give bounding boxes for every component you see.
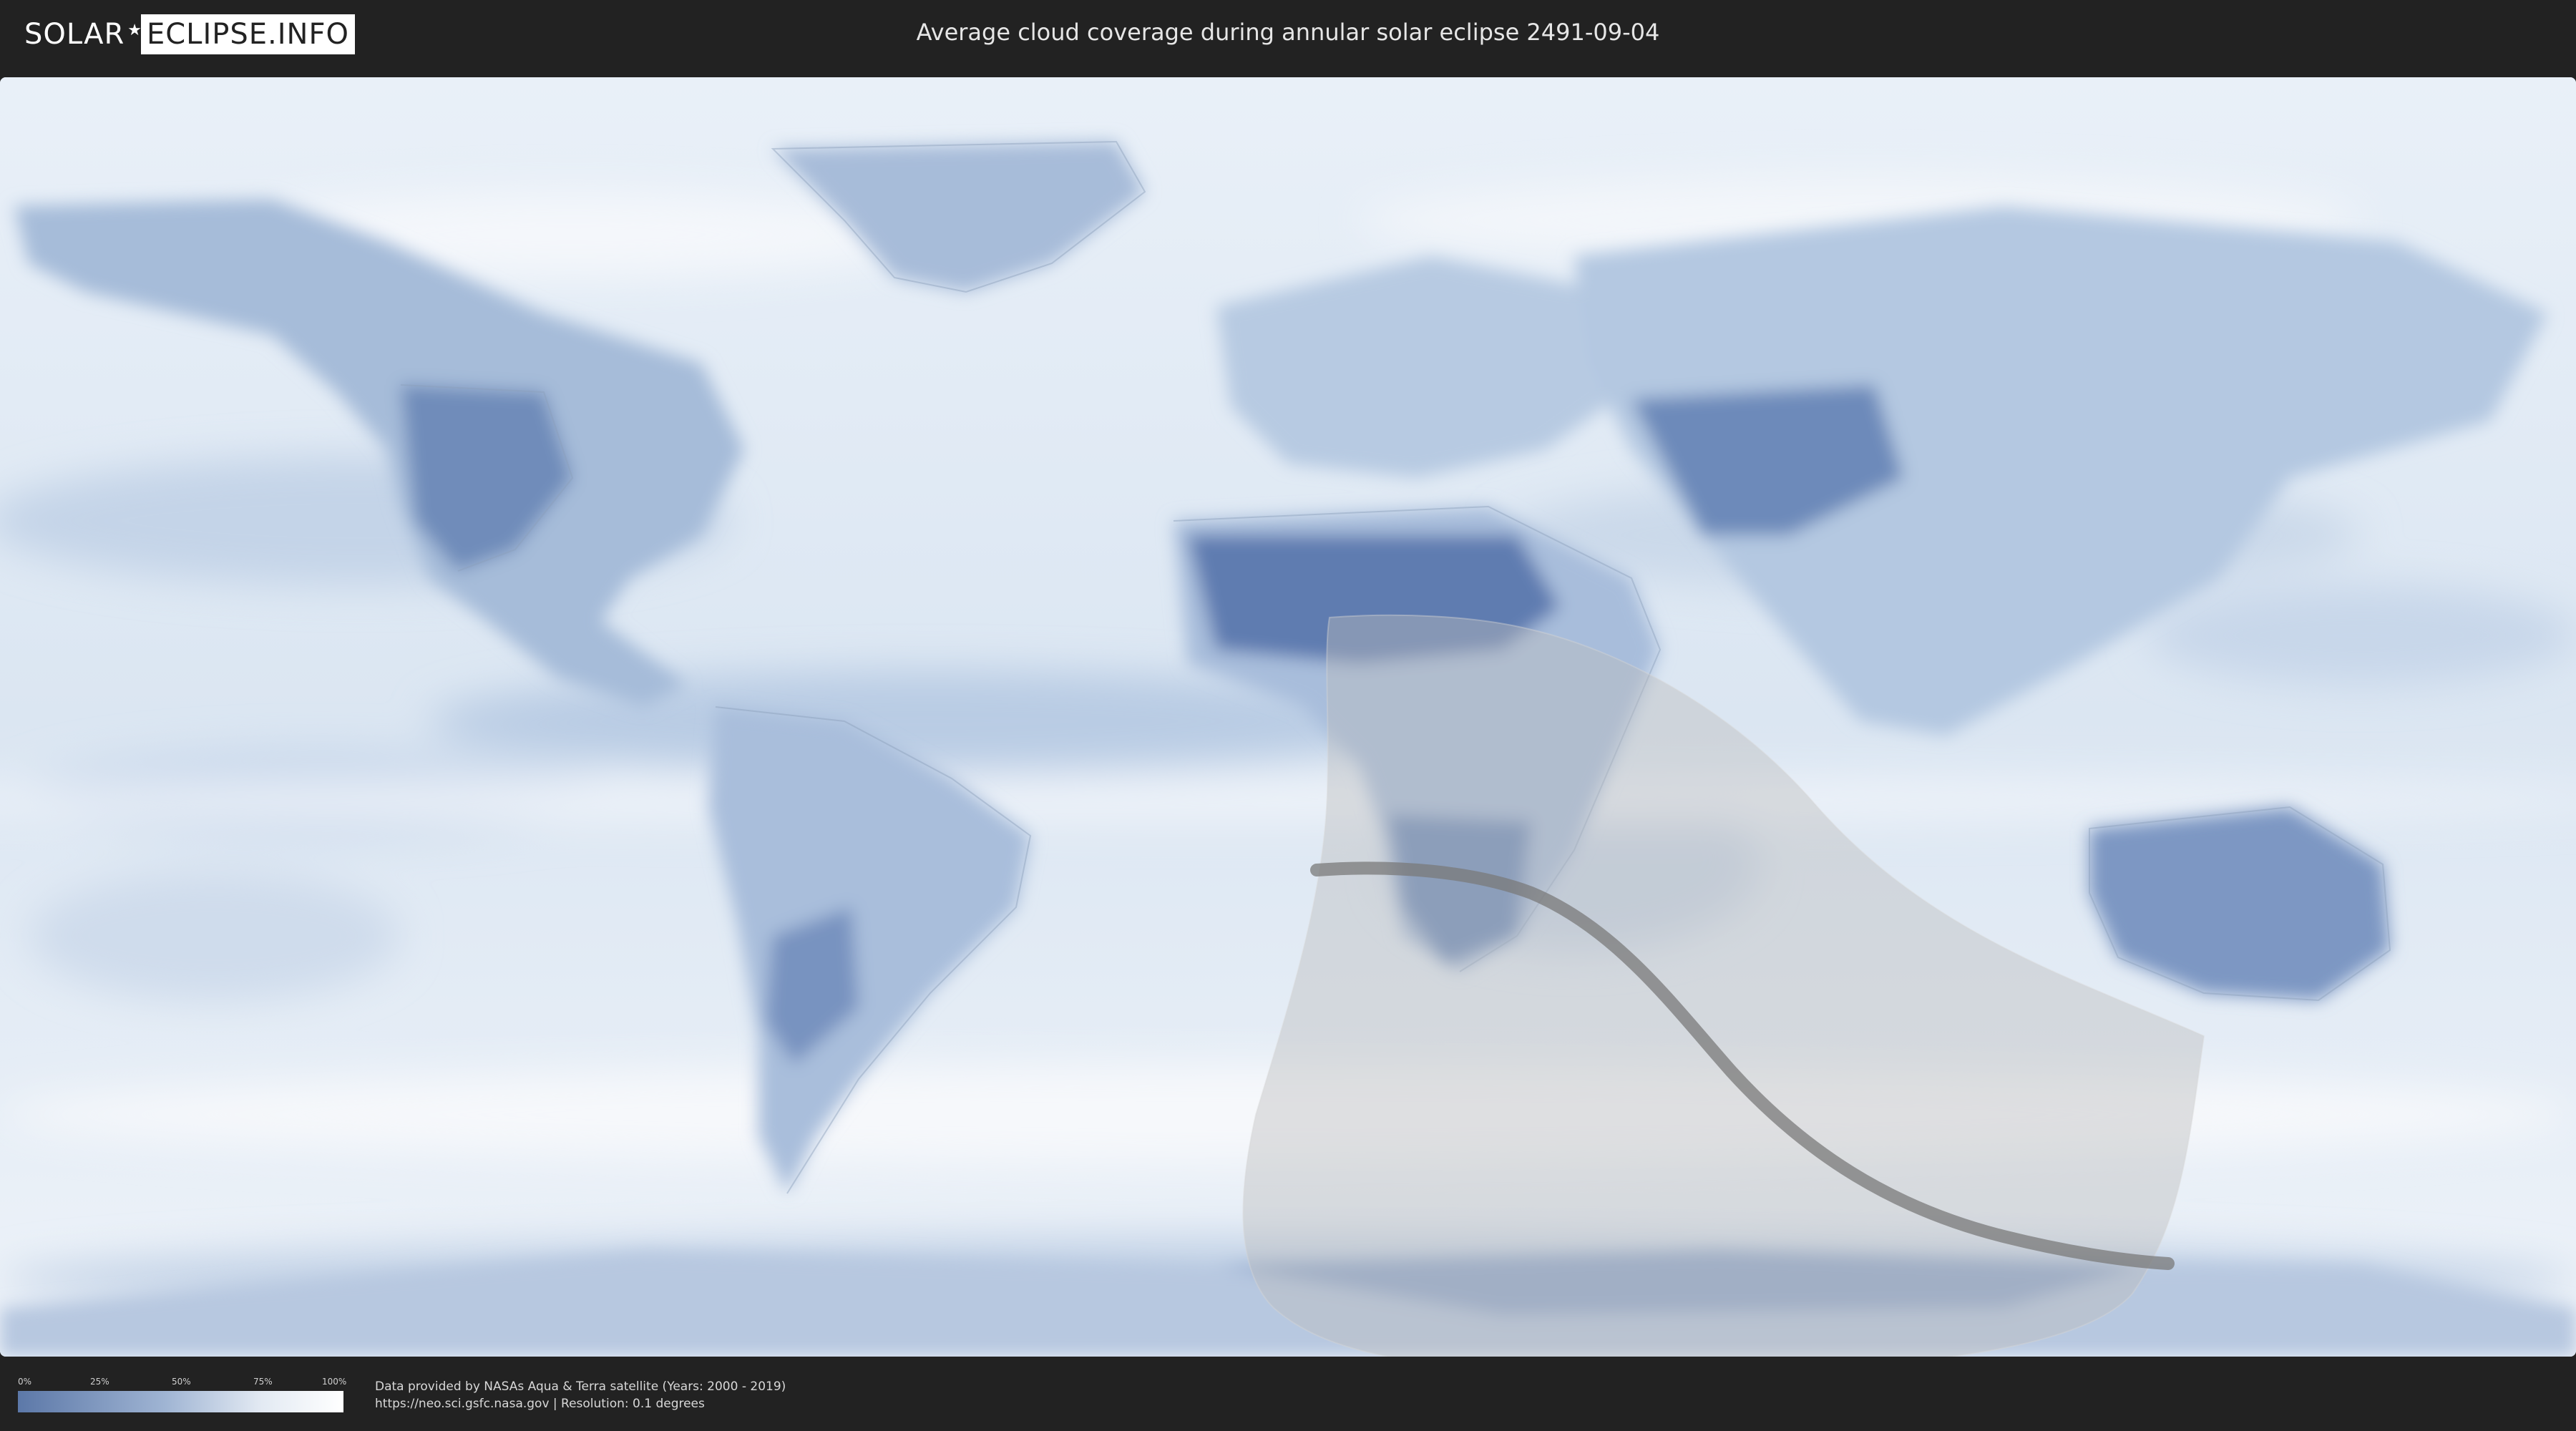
footer-bar bbox=[0, 1359, 2576, 1431]
cloud-coverage-legend-bar bbox=[18, 1391, 343, 1412]
legend-tick-labels: 0% 25% 50% 75% 100% bbox=[18, 1377, 347, 1387]
data-source-line: https://neo.sci.gsfc.nasa.gov | Resoluti… bbox=[375, 1397, 705, 1411]
legend-tick-0: 0% bbox=[18, 1377, 32, 1387]
header-bar: SOLAR ★ ECLIPSE.INFO Average cloud cover… bbox=[0, 0, 2576, 72]
page-title: Average cloud coverage during annular so… bbox=[916, 19, 1660, 46]
cloud-coverage-map bbox=[0, 77, 2576, 1357]
legend-tick-25: 25% bbox=[90, 1377, 109, 1387]
data-credit-line: Data provided by NASAs Aqua & Terra sate… bbox=[375, 1379, 786, 1394]
legend-tick-50: 50% bbox=[172, 1377, 191, 1387]
world-map-svg bbox=[0, 77, 2576, 1357]
legend-tick-75: 75% bbox=[253, 1377, 273, 1387]
legend-tick-100: 100% bbox=[322, 1377, 347, 1387]
